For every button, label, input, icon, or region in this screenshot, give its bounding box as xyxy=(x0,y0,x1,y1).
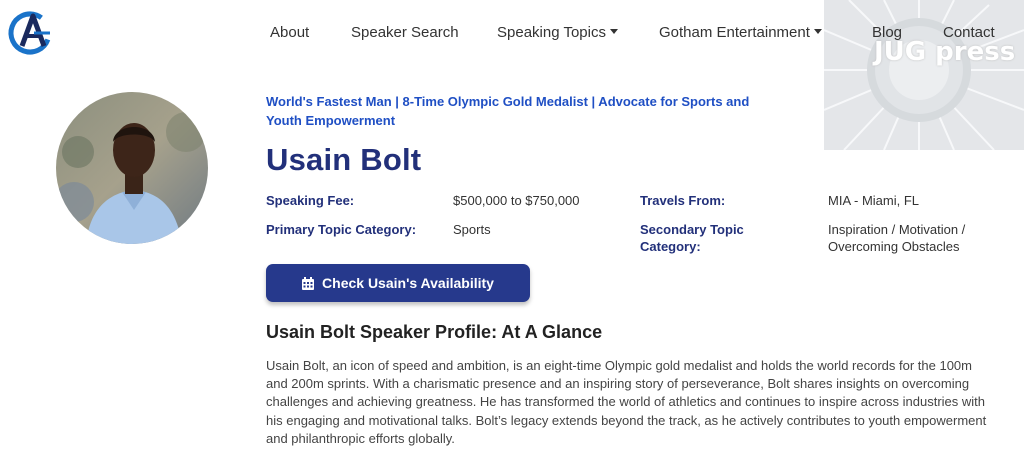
speaking-fee-value: $500,000 to $750,000 xyxy=(453,193,580,208)
primary-topic-value: Sports xyxy=(453,222,491,237)
caret-down-icon xyxy=(609,28,618,34)
nav-speaker-search[interactable]: Speaker Search xyxy=(351,24,459,42)
caret-down-icon xyxy=(813,28,822,34)
nav-about[interactable]: About xyxy=(270,24,309,42)
secondary-topic-value: Inspiration / Motivation / Overcoming Ob… xyxy=(828,222,966,254)
travels-from-label: Travels From: xyxy=(640,193,726,208)
speaker-name: Usain Bolt xyxy=(266,142,422,177)
secondary-topic-label: Secondary Topic Category: xyxy=(640,222,744,254)
primary-topic-label: Primary Topic Category: xyxy=(266,222,417,237)
nav-contact[interactable]: Contact xyxy=(943,24,995,42)
check-availability-button[interactable]: Check Usain's Availability xyxy=(266,264,530,302)
nav-gotham-entertainment-label: Gotham Entertainment xyxy=(659,24,810,41)
check-availability-label: Check Usain's Availability xyxy=(322,275,494,291)
speaking-fee-label: Speaking Fee: xyxy=(266,193,355,208)
nav-gotham-entertainment[interactable]: Gotham Entertainment xyxy=(659,24,822,42)
nav-speaking-topics[interactable]: Speaking Topics xyxy=(497,24,618,42)
travels-from-value: MIA - Miami, FL xyxy=(828,193,920,208)
profile-bio: Usain Bolt, an icon of speed and ambitio… xyxy=(266,358,987,446)
calendar-icon xyxy=(302,276,315,290)
profile-heading: Usain Bolt Speaker Profile: At A Glance xyxy=(266,322,603,342)
jugpress-watermark: JUG press xyxy=(824,0,1024,150)
speaker-tagline: World's Fastest Man | 8-Time Olympic Gol… xyxy=(266,94,750,128)
main-nav: About Speaker Search Speaking Topics Got… xyxy=(0,24,1024,44)
speaker-avatar xyxy=(56,92,208,244)
nav-speaking-topics-label: Speaking Topics xyxy=(497,24,606,41)
nav-blog[interactable]: Blog xyxy=(872,24,902,42)
